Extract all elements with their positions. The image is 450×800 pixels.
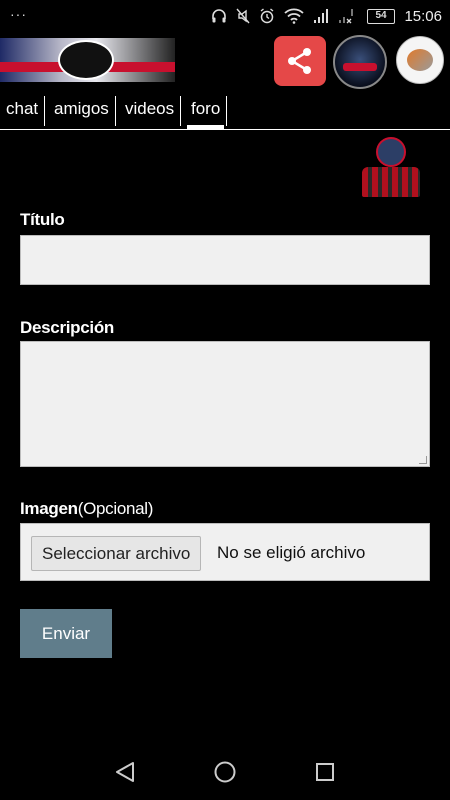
image-label-text: Imagen <box>20 499 78 518</box>
tab-divider <box>0 129 450 130</box>
file-status-text: No se eligió archivo <box>217 543 366 562</box>
signal-icon <box>314 9 328 23</box>
recents-icon[interactable] <box>313 760 337 784</box>
system-nav-bar <box>0 742 450 800</box>
description-textarea[interactable] <box>20 341 430 467</box>
title-label: Título <box>20 210 65 229</box>
tab-chat[interactable]: chat <box>0 96 46 126</box>
home-icon[interactable] <box>213 760 237 784</box>
resize-grip-icon[interactable] <box>419 456 427 464</box>
team-crest-icon[interactable] <box>333 35 387 89</box>
app-bar <box>0 32 450 89</box>
user-avatar[interactable] <box>360 137 422 199</box>
clock: 15:06 <box>404 8 442 25</box>
tab-bar: chat amigos videos foro <box>0 92 450 132</box>
futbol-app-icon[interactable] <box>396 36 444 84</box>
battery-indicator: 54 <box>367 9 395 24</box>
tab-videos[interactable]: videos <box>119 96 182 126</box>
image-file-input: Seleccionar archivo No se eligió archivo <box>20 523 430 581</box>
choose-file-button[interactable]: Seleccionar archivo <box>31 536 202 571</box>
club-logo-banner[interactable] <box>0 38 175 82</box>
share-icon <box>288 48 311 74</box>
overflow-dots: ··· <box>10 6 27 22</box>
status-icons <box>211 8 354 24</box>
logo-emblem <box>58 40 114 80</box>
back-icon[interactable] <box>113 760 137 784</box>
mute-icon <box>236 8 250 24</box>
status-bar: ··· 54 15:06 <box>0 0 450 32</box>
description-label: Descripción <box>20 318 115 337</box>
image-label: Imagen(Opcional) <box>20 499 153 519</box>
share-button[interactable] <box>274 36 326 86</box>
headphones-icon <box>212 9 226 23</box>
tab-foro[interactable]: foro <box>185 96 228 126</box>
tab-amigos[interactable]: amigos <box>48 96 116 126</box>
title-input[interactable] <box>20 235 430 285</box>
alarm-icon <box>260 8 274 24</box>
wifi-icon <box>284 8 304 24</box>
avatar-head <box>376 137 406 167</box>
submit-button[interactable]: Enviar <box>20 609 112 658</box>
signal-no-sim-icon <box>339 9 353 24</box>
avatar-body <box>362 167 420 197</box>
image-optional-text: (Opcional) <box>77 499 154 518</box>
